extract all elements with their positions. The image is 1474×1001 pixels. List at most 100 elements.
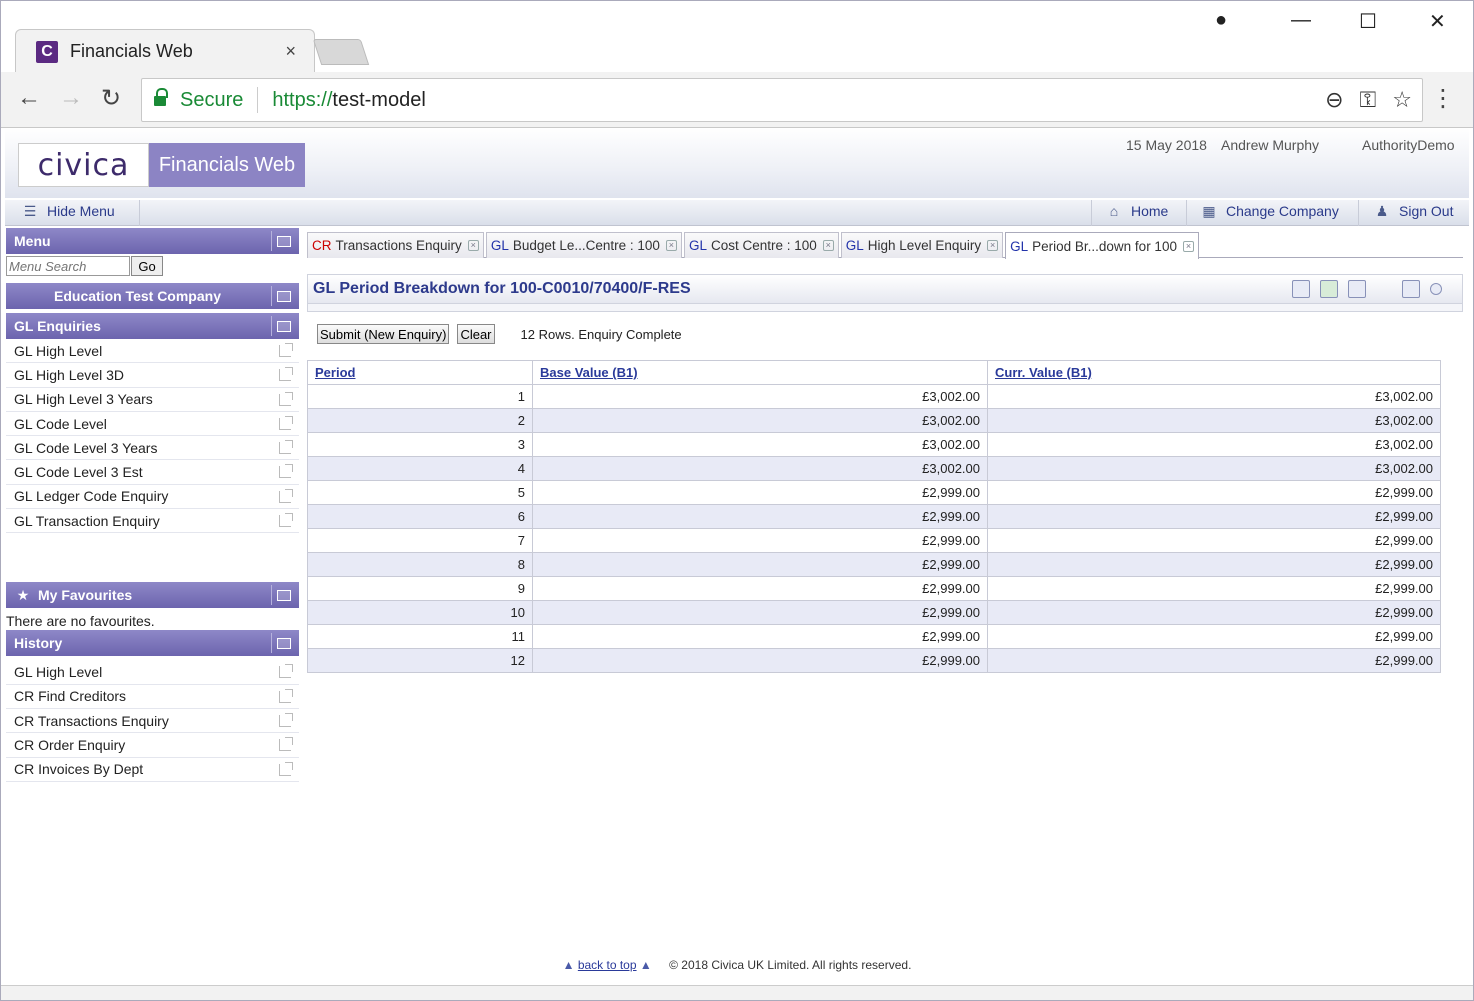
open-external-icon[interactable] bbox=[279, 391, 293, 406]
favourites-header[interactable]: ★ My Favourites bbox=[6, 582, 299, 609]
browser-tab[interactable]: C Financials Web × bbox=[15, 29, 315, 73]
open-external-icon[interactable] bbox=[279, 367, 293, 382]
tab-gl-cost-centre[interactable]: GL Cost Centre : 100 × bbox=[683, 232, 839, 258]
app-toolbar: ☰ Hide Menu ⌂ Home ▦ Change Company ♟ Si… bbox=[5, 200, 1469, 226]
minimize-icon[interactable]: — bbox=[1291, 9, 1311, 32]
history-item[interactable]: GL High Level bbox=[6, 660, 299, 685]
menu-search-input[interactable] bbox=[6, 256, 130, 276]
open-external-icon[interactable] bbox=[279, 761, 293, 776]
sidebar-item-gl-high-level[interactable]: GL High Level bbox=[6, 339, 299, 364]
building-icon: ▦ bbox=[1202, 203, 1216, 219]
tab-close-icon[interactable]: × bbox=[987, 240, 999, 251]
menu-search-go-button[interactable]: Go bbox=[131, 256, 163, 276]
user-name: Andrew Murphy bbox=[1221, 137, 1320, 153]
copyright-text: © 2018 Civica UK Limited. All rights res… bbox=[669, 958, 912, 972]
history-header[interactable]: History bbox=[6, 630, 299, 657]
sidebar-item-gl-code-level-3-est[interactable]: GL Code Level 3 Est bbox=[6, 460, 299, 485]
page-footer: ▲ back to top ▲ © 2018 Civica UK Limited… bbox=[5, 958, 1469, 972]
excel-export-icon[interactable] bbox=[1320, 280, 1338, 298]
company-toggle-icon[interactable] bbox=[271, 286, 295, 306]
tab-close-icon[interactable]: × bbox=[285, 41, 296, 62]
reload-icon[interactable]: ↻ bbox=[101, 84, 121, 113]
collapse-icon[interactable] bbox=[1348, 280, 1366, 298]
open-external-icon[interactable] bbox=[279, 440, 293, 455]
star-icon[interactable]: ☆ bbox=[1392, 87, 1412, 113]
column-header-period[interactable]: Period bbox=[307, 360, 533, 385]
history-toggle-icon[interactable] bbox=[271, 633, 295, 654]
tab-close-icon[interactable]: × bbox=[822, 240, 834, 251]
column-header-base-value[interactable]: Base Value (B1) bbox=[532, 360, 988, 385]
sidebar-item-gl-high-level-3d[interactable]: GL High Level 3D bbox=[6, 363, 299, 388]
back-arrow-icon[interactable]: ← bbox=[17, 84, 41, 112]
close-panel-icon[interactable] bbox=[1430, 283, 1442, 295]
hide-menu-icon: ☰ bbox=[23, 203, 37, 219]
browser-menu-icon[interactable]: ⋮ bbox=[1431, 84, 1455, 113]
tab-gl-high-level-enquiry[interactable]: GL High Level Enquiry × bbox=[840, 232, 1004, 258]
history-item[interactable]: CR Transactions Enquiry bbox=[6, 709, 299, 734]
tab-close-icon[interactable]: × bbox=[467, 240, 479, 251]
open-external-icon[interactable] bbox=[279, 688, 293, 703]
zoom-icon[interactable]: ⊖ bbox=[1325, 87, 1343, 113]
window-bottom-edge bbox=[0, 985, 1474, 1001]
open-external-icon[interactable] bbox=[279, 664, 293, 679]
clear-button[interactable]: Clear bbox=[457, 324, 495, 344]
close-window-icon[interactable]: ✕ bbox=[1429, 9, 1446, 34]
sidebar-item-gl-transaction-enquiry[interactable]: GL Transaction Enquiry bbox=[6, 509, 299, 534]
sidebar-item-gl-code-level[interactable]: GL Code Level bbox=[6, 412, 299, 437]
history-list: GL High Level CR Find Creditors CR Trans… bbox=[6, 660, 299, 782]
sidebar-item-gl-code-level-3-years[interactable]: GL Code Level 3 Years bbox=[6, 436, 299, 461]
column-header-curr-value[interactable]: Curr. Value (B1) bbox=[987, 360, 1441, 385]
company-header[interactable]: Education Test Company bbox=[6, 283, 299, 309]
browser-tab-title: Financials Web bbox=[70, 41, 193, 61]
tab-close-icon[interactable]: × bbox=[665, 240, 677, 251]
change-company-button[interactable]: ▦ Change Company bbox=[1200, 203, 1338, 219]
up-arrow-icon: ▲ bbox=[639, 958, 652, 972]
table-row: 4 £3,002.00 £3,002.00 bbox=[307, 456, 1441, 481]
favourites-toggle-icon[interactable] bbox=[271, 585, 295, 606]
period-breakdown-table: Period Base Value (B1) Curr. Value (B1) … bbox=[307, 360, 1441, 673]
tab-close-icon[interactable]: × bbox=[1182, 240, 1194, 252]
table-row: 2 £3,002.00 £3,002.00 bbox=[307, 408, 1441, 433]
home-button[interactable]: ⌂ Home bbox=[1105, 203, 1169, 219]
app-header: civica Financials Web 15 May 2018 Andrew… bbox=[5, 128, 1469, 198]
sign-out-button[interactable]: ♟ Sign Out bbox=[1373, 203, 1454, 219]
back-to-top-link[interactable]: back to top bbox=[578, 958, 637, 972]
open-external-icon[interactable] bbox=[279, 464, 293, 479]
civica-logo: civica bbox=[18, 143, 149, 187]
panel-toggle-icon[interactable] bbox=[271, 231, 295, 251]
open-external-icon[interactable] bbox=[279, 513, 293, 528]
history-item[interactable]: CR Invoices By Dept bbox=[6, 758, 299, 782]
table-row: 3 £3,002.00 £3,002.00 bbox=[307, 432, 1441, 457]
print-icon[interactable] bbox=[1292, 280, 1310, 298]
key-icon[interactable]: ⚿ bbox=[1360, 87, 1377, 113]
sidebar-item-gl-ledger-code-enquiry[interactable]: GL Ledger Code Enquiry bbox=[6, 485, 299, 510]
open-external-icon[interactable] bbox=[279, 415, 293, 430]
main-content: CR Transactions Enquiry × GL Budget Le..… bbox=[307, 232, 1463, 673]
new-window-icon[interactable] bbox=[1402, 280, 1420, 298]
profile-icon[interactable]: ● bbox=[1215, 9, 1227, 32]
table-row: 7 £2,999.00 £2,999.00 bbox=[307, 528, 1441, 553]
hide-menu-button[interactable]: ☰ Hide Menu bbox=[21, 203, 115, 219]
enquiry-tabs: CR Transactions Enquiry × GL Budget Le..… bbox=[307, 232, 1463, 259]
tab-gl-budget-level[interactable]: GL Budget Le...Centre : 100 × bbox=[485, 232, 682, 258]
history-item[interactable]: CR Find Creditors bbox=[6, 685, 299, 709]
open-external-icon[interactable] bbox=[279, 488, 293, 503]
gl-enquiries-header[interactable]: GL Enquiries bbox=[6, 313, 299, 339]
folder-up-icon[interactable] bbox=[271, 316, 295, 336]
open-external-icon[interactable] bbox=[279, 343, 293, 357]
up-arrow-icon: ▲ bbox=[562, 958, 575, 972]
tab-gl-period-breakdown[interactable]: GL Period Br...down for 100 × bbox=[1005, 232, 1199, 259]
open-external-icon[interactable] bbox=[279, 737, 293, 752]
status-text: 12 Rows. Enquiry Complete bbox=[520, 326, 682, 342]
submit-new-enquiry-button[interactable]: Submit (New Enquiry) bbox=[317, 324, 450, 344]
url-input[interactable]: Secure https:// test-model ⊖ ⚿ ☆ bbox=[141, 78, 1423, 122]
tab-cr-transactions-enquiry[interactable]: CR Transactions Enquiry × bbox=[307, 232, 484, 258]
maximize-icon[interactable]: ☐ bbox=[1359, 9, 1377, 34]
open-external-icon[interactable] bbox=[279, 712, 293, 727]
current-date: 15 May 2018 bbox=[1126, 137, 1207, 153]
sidebar-item-gl-high-level-3-years[interactable]: GL High Level 3 Years bbox=[6, 388, 299, 412]
new-tab-button[interactable] bbox=[312, 39, 370, 65]
forward-arrow-icon[interactable]: → bbox=[59, 84, 83, 112]
history-item[interactable]: CR Order Enquiry bbox=[6, 733, 299, 758]
page-title: GL Period Breakdown for 100-C0010/70400/… bbox=[313, 280, 691, 297]
